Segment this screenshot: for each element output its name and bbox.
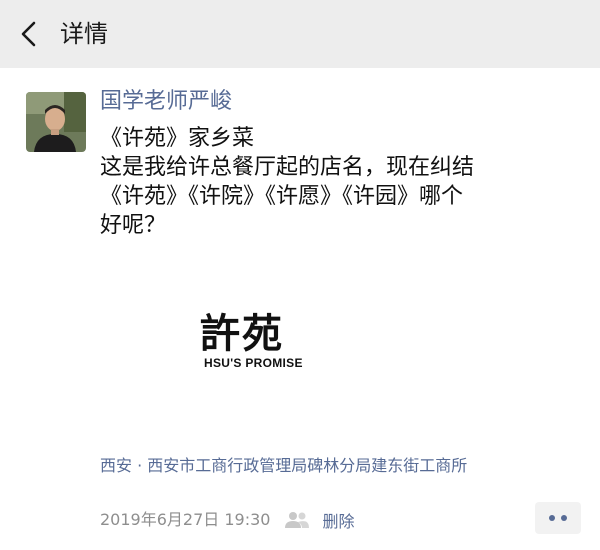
post-text-line: 《许苑》家乡菜 xyxy=(100,126,255,151)
author-name[interactable]: 国学老师严峻 xyxy=(100,86,232,118)
logo-text: 許苑 xyxy=(200,311,284,357)
post-footer: 2019年6月27日 19:30 删除 xyxy=(100,508,354,532)
page-title: 详情 xyxy=(60,20,108,48)
post-text-line: 《许苑》《许院》《许愿》《许园》哪个 xyxy=(100,184,464,209)
logo-subtitle: HSU'S PROMISE xyxy=(204,356,303,370)
post-text: 《许苑》家乡菜 这是我给许总餐厅起的店名，现在纠结 《许苑》《许院》《许愿》《许… xyxy=(100,124,580,240)
delete-button[interactable]: 删除 xyxy=(322,508,354,532)
more-dots-icon[interactable] xyxy=(535,502,581,534)
post-text-line: 好呢？ xyxy=(100,213,167,238)
timestamp: 2019年6月27日 19:30 xyxy=(100,510,271,529)
post-text-line: 这是我给许总餐厅起的店名，现在纠结 xyxy=(100,155,475,180)
dot xyxy=(549,515,555,521)
avatar[interactable] xyxy=(26,92,86,152)
friends-icon xyxy=(284,511,310,529)
location-link[interactable]: 西安 · 西安市工商行政管理局碑林分局建东街工商所 xyxy=(100,454,467,478)
post-detail: 国学老师严峻 《许苑》家乡菜 这是我给许总餐厅起的店名，现在纠结 《许苑》《许院… xyxy=(0,68,600,550)
post-image[interactable]: 許苑 HSU'S PROMISE xyxy=(100,264,400,444)
dot xyxy=(561,515,567,521)
chevron-left-icon[interactable] xyxy=(18,20,42,48)
navigation-bar: 详情 xyxy=(0,0,600,68)
